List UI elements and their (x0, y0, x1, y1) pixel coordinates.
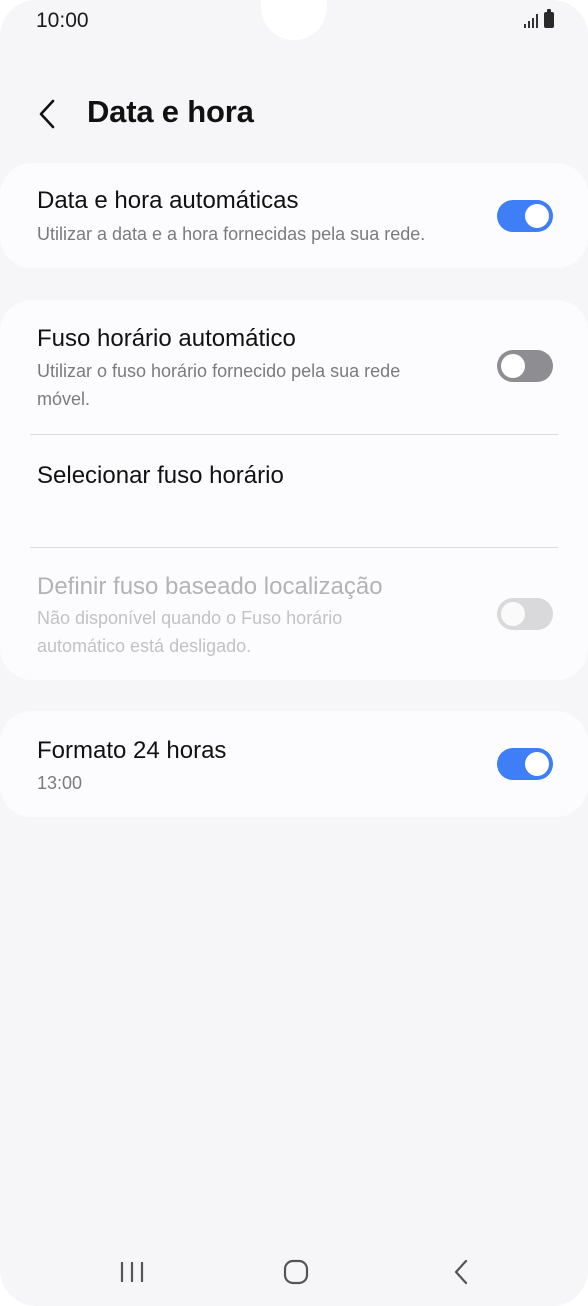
status-icons (524, 9, 554, 28)
timezone-card: Fuso horário automático Utilizar o fuso … (0, 300, 588, 680)
back-icon (454, 1259, 468, 1285)
auto-timezone-subtitle-line1: Utilizar o fuso horário fornecido pela s… (37, 361, 401, 381)
auto-datetime-toggle[interactable] (497, 200, 553, 232)
location-timezone-title: Definir fuso baseado localização (37, 573, 383, 600)
format-24h-subtitle: 13:00 (37, 773, 83, 793)
chevron-left-icon (39, 99, 55, 129)
auto-timezone-title: Fuso horário automático (37, 325, 296, 352)
recent-apps-button[interactable] (102, 1250, 162, 1294)
format-24h-card: Formato 24 horas 13:00 (0, 711, 588, 817)
navigation-bar (0, 1250, 588, 1294)
camera-notch (261, 0, 327, 40)
recent-apps-icon (120, 1262, 144, 1282)
format-24h-toggle[interactable] (497, 748, 553, 780)
screen: 10:00 Data e hora Data e hora automática… (0, 0, 588, 1306)
location-timezone-subtitle-line2: automático está desligado. (37, 636, 252, 656)
auto-datetime-title: Data e hora automáticas (37, 187, 299, 214)
location-timezone-row: Definir fuso baseado localização Não dis… (0, 548, 588, 680)
back-button[interactable] (30, 96, 66, 132)
auto-timezone-row[interactable]: Fuso horário automático Utilizar o fuso … (0, 300, 588, 434)
auto-datetime-row[interactable]: Data e hora automáticas Utilizar a data … (0, 163, 588, 268)
location-timezone-subtitle-line1: Não disponível quando o Fuso horário (37, 608, 343, 628)
format-24h-title: Formato 24 horas (37, 737, 227, 764)
signal-icon (524, 12, 538, 28)
status-time: 10:00 (36, 9, 89, 32)
format-24h-row[interactable]: Formato 24 horas 13:00 (0, 711, 588, 817)
battery-icon (544, 9, 554, 28)
auto-timezone-subtitle-line2: móvel. (37, 389, 91, 409)
home-button[interactable] (266, 1250, 326, 1294)
location-timezone-toggle (497, 598, 553, 630)
auto-timezone-toggle[interactable] (497, 350, 553, 382)
select-timezone-title: Selecionar fuso horário (37, 462, 284, 489)
nav-back-button[interactable] (431, 1250, 491, 1294)
auto-datetime-card: Data e hora automáticas Utilizar a data … (0, 163, 588, 268)
home-icon (283, 1259, 309, 1285)
page-title: Data e hora (87, 94, 254, 129)
select-timezone-row[interactable]: Selecionar fuso horário (0, 435, 588, 546)
auto-datetime-subtitle: Utilizar a data e a hora fornecidas pela… (37, 224, 426, 244)
